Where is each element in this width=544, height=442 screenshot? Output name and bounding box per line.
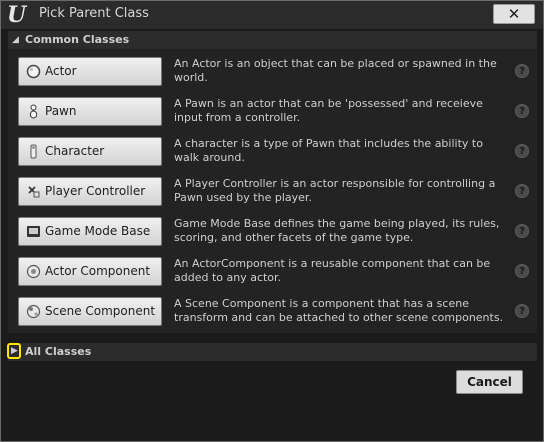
class-row-character: Character A character is a type of Pawn … (18, 133, 530, 173)
controller-icon (28, 186, 40, 198)
sphere-icon (26, 64, 41, 79)
pawn-help-icon[interactable]: ? (515, 104, 529, 118)
game-mode-base-description: Game Mode Base defines the game being pl… (174, 217, 500, 244)
scene-component-button-label: Scene Component (45, 304, 156, 318)
game-mode-base-button[interactable]: Game Mode Base (18, 217, 162, 246)
actor-component-icon (26, 264, 41, 279)
player-controller-description: A Player Controller is an actor responsi… (174, 177, 496, 204)
actor-component-button-label: Actor Component (45, 264, 151, 278)
window-title: Pick Parent Class (39, 6, 149, 21)
game-mode-base-help-icon[interactable]: ? (515, 224, 529, 238)
class-row-scene-component: Scene Component A Scene Component is a c… (18, 293, 530, 333)
scene-component-button[interactable]: Scene Component (18, 297, 162, 326)
character-icon (30, 144, 37, 159)
actor-button-label: Actor (45, 64, 77, 78)
all-classes-expander[interactable]: ▶ (7, 343, 21, 359)
class-row-actor-component: Actor Component An ActorComponent is a r… (18, 253, 530, 293)
player-controller-button-label: Player Controller (45, 184, 146, 198)
pawn-description: A Pawn is an actor that can be 'possesse… (174, 97, 483, 124)
character-button[interactable]: Character (18, 137, 162, 166)
actor-button[interactable]: Actor (18, 57, 162, 86)
actor-description: An Actor is an object that can be placed… (174, 57, 497, 84)
title-bar[interactable]: U Pick Parent Class ✕ (1, 1, 543, 29)
game-mode-icon (27, 226, 40, 237)
common-classes-title: Common Classes (25, 33, 130, 46)
common-classes-header[interactable]: ◢ Common Classes (8, 31, 537, 49)
pawn-button-label: Pawn (45, 104, 77, 118)
all-classes-title: All Classes (25, 345, 92, 358)
character-help-icon[interactable]: ? (515, 144, 529, 158)
actor-component-help-icon[interactable]: ? (515, 264, 529, 278)
all-classes-header[interactable]: All Classes (8, 343, 537, 361)
scene-component-icon (26, 304, 41, 319)
pawn-icon (29, 104, 38, 119)
scene-component-help-icon[interactable]: ? (515, 304, 529, 318)
character-button-label: Character (45, 144, 105, 158)
pawn-button[interactable]: Pawn (18, 97, 162, 126)
cancel-button[interactable]: Cancel (456, 370, 523, 394)
collapse-caret-icon: ◢ (12, 35, 19, 45)
common-classes-list: Actor An Actor is an object that can be … (8, 49, 537, 333)
class-row-game-mode-base: Game Mode Base Game Mode Base defines th… (18, 213, 530, 253)
scene-component-description: A Scene Component is a component that ha… (174, 297, 504, 324)
player-controller-button[interactable]: Player Controller (18, 177, 162, 206)
class-row-player-controller: Player Controller A Player Controller is… (18, 173, 530, 213)
close-button[interactable]: ✕ (493, 4, 535, 24)
actor-component-button[interactable]: Actor Component (18, 257, 162, 286)
pick-parent-class-dialog: U Pick Parent Class ✕ ◢ Common Classes A… (0, 0, 544, 442)
class-row-pawn: Pawn A Pawn is an actor that can be 'pos… (18, 93, 530, 133)
actor-help-icon[interactable]: ? (515, 64, 529, 78)
expand-arrow-icon: ▶ (11, 346, 18, 356)
actor-component-description: An ActorComponent is a reusable componen… (174, 257, 491, 284)
player-controller-help-icon[interactable]: ? (515, 184, 529, 198)
class-row-actor: Actor An Actor is an object that can be … (18, 53, 530, 93)
game-mode-base-button-label: Game Mode Base (45, 224, 151, 238)
character-description: A character is a type of Pawn that inclu… (174, 137, 483, 164)
unreal-logo-icon: U (7, 2, 27, 28)
